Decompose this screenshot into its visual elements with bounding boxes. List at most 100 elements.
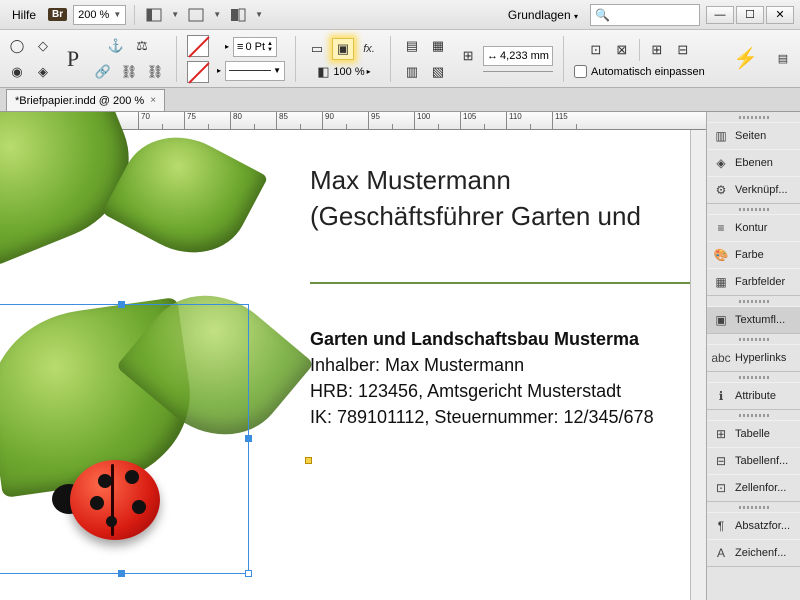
leaf-image — [0, 130, 280, 600]
quick-apply-icon[interactable]: ⚡ — [733, 46, 758, 71]
dropdown-arrow-icon[interactable]: ▼ — [171, 10, 179, 19]
balance-icon[interactable]: ⚖ — [131, 35, 153, 57]
panel-group: ℹ Attribute — [707, 372, 800, 410]
view-options-icon[interactable] — [143, 4, 165, 26]
menubar: Hilfe Br 200 %▼ ▼ ▼ ▼ Grundlagen ▾ 🔍 — ☐… — [0, 0, 800, 30]
panel-cellformat[interactable]: ⊡ Zellenfor... — [707, 474, 800, 501]
close-button[interactable]: ✕ — [766, 6, 794, 24]
panel-grip[interactable] — [707, 296, 800, 306]
panel-links[interactable]: ⚙ Verknüpf... — [707, 176, 800, 203]
chain-break-icon[interactable]: ⛓ — [144, 61, 166, 83]
character-p-icon[interactable]: P — [62, 36, 84, 82]
panel-grip[interactable] — [707, 334, 800, 344]
panel-pages[interactable]: ▥ Seiten — [707, 122, 800, 149]
align-left-icon[interactable]: ▤ — [401, 35, 423, 57]
panel-textwrap[interactable]: ▣ Textumfl... — [707, 306, 800, 333]
control-toolbar: ◯ ◇ ◉ ◈ P ⚓ ⚖ 🔗 ⛓ ⛓ ▸≡0 Pt▲▼ ▸▼ ▭▣fx. ◧1… — [0, 30, 800, 88]
chain-icon[interactable]: ⛓ — [118, 61, 140, 83]
panel-layers[interactable]: ◈ Ebenen — [707, 149, 800, 176]
panel-group: ▣ Textumfl... — [707, 296, 800, 334]
panel-label: Ebenen — [735, 157, 773, 169]
hyperlinks-icon: abc — [713, 350, 729, 366]
body-text: Garten und Landschaftsbau Musterma Inhal… — [310, 326, 654, 430]
panel-grip[interactable] — [707, 112, 800, 122]
stroke-style-combo[interactable]: ▼ — [225, 61, 285, 81]
minimize-button[interactable]: — — [706, 6, 734, 24]
tab-close-icon[interactable]: × — [150, 95, 156, 106]
fx-icon[interactable]: fx. — [358, 38, 380, 60]
attributes-icon: ℹ — [713, 388, 729, 404]
canvas[interactable]: 556065707580859095100105110115 Max Muste… — [0, 112, 706, 600]
panel-label: Verknüpf... — [735, 184, 788, 196]
layers-icon: ◈ — [713, 155, 729, 171]
center-content-icon[interactable]: ⊞ — [646, 39, 668, 61]
links-icon: ⚙ — [713, 182, 729, 198]
menu-help[interactable]: Hilfe — [6, 6, 42, 24]
panel-grip[interactable] — [707, 204, 800, 214]
search-box[interactable]: 🔍 — [590, 4, 700, 26]
wrap-bbox-icon[interactable]: ◇ — [32, 35, 54, 57]
document-tab[interactable]: *Briefpapier.indd @ 200 % × — [6, 89, 165, 111]
textwrap-icon: ▣ — [713, 312, 729, 328]
tableformat-icon: ⊟ — [713, 453, 729, 469]
fill-swatch[interactable] — [187, 35, 209, 57]
cellformat-icon: ⊡ — [713, 480, 729, 496]
fill-frame-icon[interactable]: ⊟ — [672, 39, 694, 61]
panel-grip[interactable] — [707, 410, 800, 420]
panel-stroke[interactable]: ≡Kontur — [707, 214, 800, 241]
panel-table[interactable]: ⊞Tabelle — [707, 420, 800, 447]
dimension-input[interactable]: ↔4,233 mm — [483, 46, 553, 66]
page: Max Mustermann (Geschäftsführer Garten u… — [0, 130, 706, 600]
panel-swatches[interactable]: ▦Farbfelder — [707, 268, 800, 295]
panel-label: Zellenfor... — [735, 482, 786, 494]
wrap-none-icon[interactable]: ◯ — [6, 35, 28, 57]
dropdown-arrow-icon[interactable]: ▼ — [255, 10, 263, 19]
anchor-icon[interactable]: ⚓ — [105, 35, 127, 57]
fit-prop-icon[interactable]: ⊠ — [611, 39, 633, 61]
vertical-scrollbar[interactable] — [690, 130, 706, 600]
panel-label: Seiten — [735, 130, 766, 142]
panel-group: abcHyperlinks — [707, 334, 800, 372]
panel-charformat[interactable]: AZeichenf... — [707, 539, 800, 566]
panel-group: ▥ Seiten ◈ Ebenen ⚙ Verknüpf... — [707, 112, 800, 204]
opacity-value[interactable]: 100 % — [333, 66, 364, 78]
wrap-jump-icon[interactable]: ◈ — [32, 61, 54, 83]
dropdown-arrow-icon[interactable]: ▼ — [213, 10, 221, 19]
drop-shadow-icon[interactable]: ▣ — [332, 38, 354, 60]
panel-tableformat[interactable]: ⊟Tabellenf... — [707, 447, 800, 474]
workspace-switcher[interactable]: Grundlagen ▾ — [502, 6, 584, 24]
wrap-shape-icon[interactable]: ◉ — [6, 61, 28, 83]
panel-grip[interactable] — [707, 372, 800, 382]
align-justify-icon[interactable]: ▧ — [427, 61, 449, 83]
maximize-button[interactable]: ☐ — [736, 6, 764, 24]
stroke-weight-icon: ≡ — [237, 41, 243, 53]
panel-color[interactable]: 🎨Farbe — [707, 241, 800, 268]
panel-hyperlinks[interactable]: abcHyperlinks — [707, 344, 800, 371]
color-icon: 🎨 — [713, 247, 729, 263]
fit-content-icon[interactable]: ⊞ — [457, 45, 479, 67]
panel-attributes[interactable]: ℹ Attribute — [707, 382, 800, 409]
charformat-icon: A — [713, 545, 729, 561]
align-center-icon[interactable]: ▦ — [427, 35, 449, 57]
preview-icon[interactable]: ▭ — [306, 38, 328, 60]
stroke-swatch[interactable] — [187, 61, 209, 83]
arrange-icon[interactable] — [227, 4, 249, 26]
zoom-combo[interactable]: 200 %▼ — [73, 5, 126, 25]
panel-label: Textumfl... — [735, 314, 785, 326]
toolbar-menu-icon[interactable]: ▤ — [772, 48, 794, 70]
panel-label: Attribute — [735, 390, 776, 402]
opacity-icon: ◧ — [315, 64, 331, 80]
document-tabbar: *Briefpapier.indd @ 200 % × — [0, 88, 800, 112]
stroke-weight-input[interactable]: ≡0 Pt▲▼ — [233, 37, 277, 57]
pages-icon: ▥ — [713, 128, 729, 144]
bridge-badge[interactable]: Br — [48, 8, 67, 21]
fit-frame-icon[interactable]: ⊡ — [585, 39, 607, 61]
panel-paraformat[interactable]: ¶Absatzfor... — [707, 512, 800, 539]
panel-grip[interactable] — [707, 502, 800, 512]
link-icon[interactable]: 🔗 — [92, 61, 114, 83]
screen-mode-icon[interactable] — [185, 4, 207, 26]
ruler-tick: 115 — [552, 112, 598, 129]
align-right-icon[interactable]: ▥ — [401, 61, 423, 83]
panel-group: ¶Absatzfor...AZeichenf... — [707, 502, 800, 567]
auto-fit-checkbox[interactable]: Automatisch einpassen — [574, 65, 705, 78]
